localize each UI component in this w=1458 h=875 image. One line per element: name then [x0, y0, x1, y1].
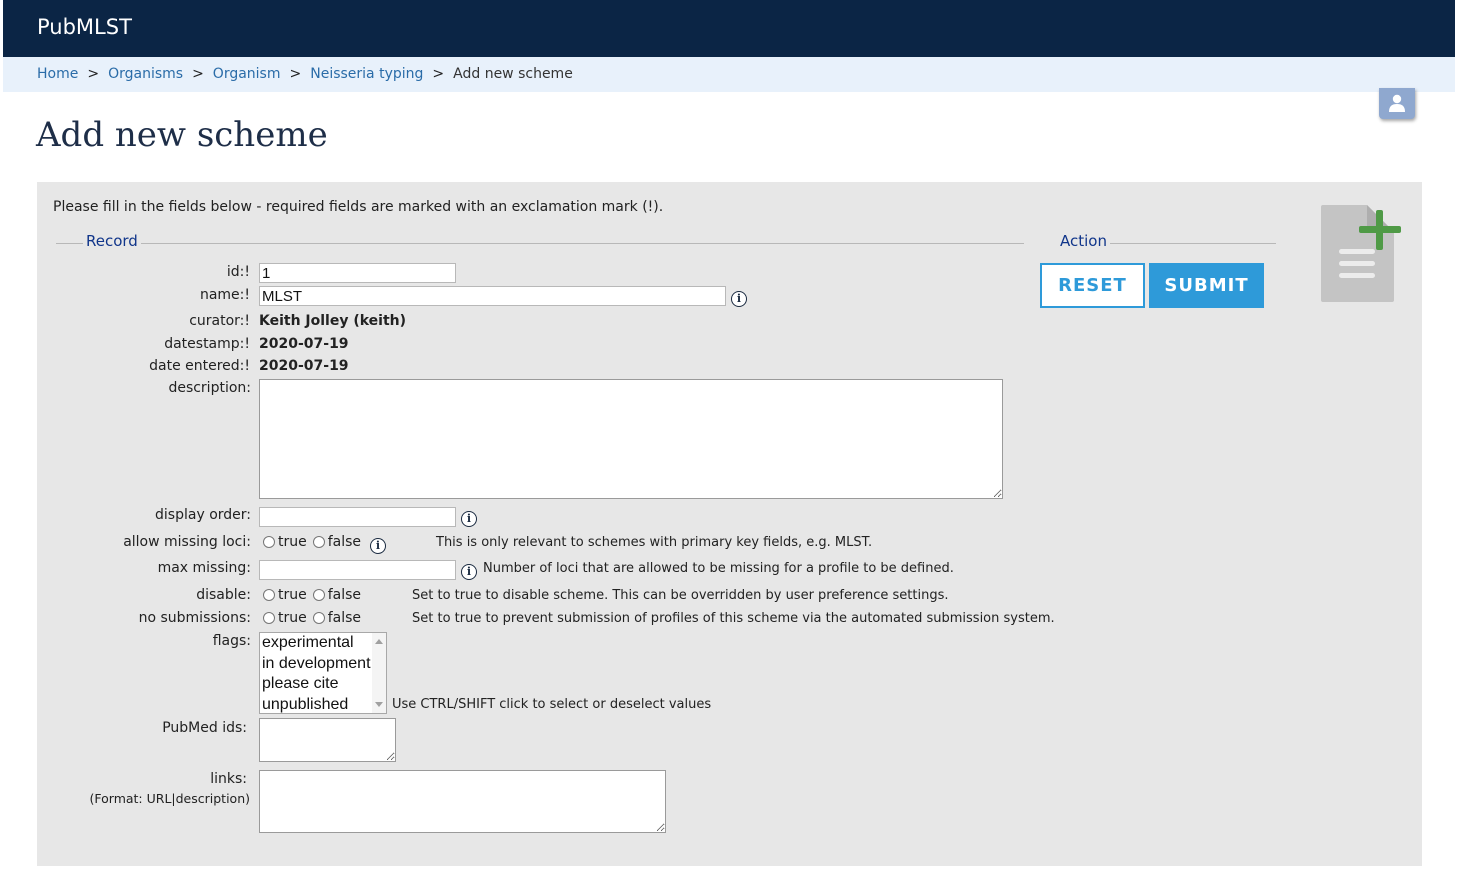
curator-label: curator:!	[189, 313, 250, 329]
breadcrumb-organisms-link[interactable]: Organisms	[108, 66, 183, 82]
action-legend: Action	[1057, 232, 1110, 250]
site-brand[interactable]: PubMLST	[37, 15, 132, 39]
radio-label: false	[327, 587, 362, 603]
description-textarea[interactable]	[259, 379, 1003, 499]
flags-listbox[interactable]: experimental in development please cite …	[259, 632, 387, 714]
top-navigation-bar: PubMLST	[3, 0, 1455, 57]
display-order-label: display order:	[155, 507, 251, 523]
info-icon[interactable]: i	[370, 538, 386, 554]
user-menu-button[interactable]	[1379, 88, 1415, 119]
flag-option-experimental[interactable]: experimental	[260, 633, 386, 654]
breadcrumb-separator: >	[192, 66, 204, 82]
allow-missing-loci-true-option[interactable]: true	[263, 534, 307, 550]
breadcrumb-separator: >	[289, 66, 302, 82]
form-intro-text: Please fill in the fields below - requir…	[53, 199, 664, 215]
allow-missing-loci-false-radio[interactable]	[312, 536, 325, 548]
flag-option-unpublished[interactable]: unpublished	[260, 695, 386, 714]
allow-missing-loci-true-radio[interactable]	[263, 536, 275, 548]
no-submissions-label: no submissions:	[138, 610, 251, 626]
disable-false-option[interactable]: false	[312, 587, 362, 603]
pubmed-ids-label: PubMed ids:	[162, 720, 247, 736]
flags-label: flags:	[212, 633, 251, 649]
page-title: Add new scheme	[36, 115, 328, 155]
no-submissions-false-radio[interactable]	[312, 612, 325, 624]
flags-scrollbar[interactable]	[372, 633, 386, 713]
breadcrumb: Home > Organisms > Organism > Neisseria typing…	[37, 66, 573, 82]
add-scheme-form-panel: Please fill in the fields below - requir…	[37, 182, 1422, 866]
record-legend: Record	[83, 232, 141, 250]
disable-true-radio[interactable]	[263, 589, 275, 601]
radio-label: true	[278, 610, 307, 626]
datestamp-label: datestamp:!	[164, 336, 250, 352]
breadcrumb-separator: >	[432, 66, 445, 82]
scroll-down-arrow-icon[interactable]	[375, 702, 383, 707]
allow-missing-loci-false-option[interactable]: false	[312, 534, 362, 550]
disable-radio-group: true false	[263, 587, 367, 605]
record-fieldset-border	[56, 243, 1024, 244]
display-order-input[interactable]	[259, 507, 456, 527]
no-submissions-radio-group: true false	[263, 610, 367, 628]
add-document-icon	[1321, 205, 1401, 302]
info-icon[interactable]: i	[461, 511, 477, 527]
curator-value: Keith Jolley (keith)	[259, 313, 407, 329]
disable-note: Set to true to disable scheme. This can …	[412, 588, 949, 603]
flags-note: Use CTRL/SHIFT click to select or desele…	[392, 697, 712, 712]
submit-button[interactable]: SUBMIT	[1149, 263, 1264, 308]
radio-label: false	[327, 534, 362, 550]
description-label: description:	[168, 380, 251, 396]
id-label: id:!	[226, 264, 250, 280]
allow-missing-loci-radio-group: true false	[263, 534, 367, 552]
pubmed-ids-textarea[interactable]	[259, 718, 396, 762]
radio-label: true	[278, 587, 307, 603]
flag-option-in-development[interactable]: in development	[260, 654, 386, 675]
max-missing-input[interactable]	[259, 560, 456, 580]
info-icon[interactable]: i	[461, 564, 477, 580]
radio-label: true	[278, 534, 307, 550]
breadcrumb-current: Add new scheme	[453, 66, 573, 82]
allow-missing-loci-note: This is only relevant to schemes with pr…	[436, 535, 873, 550]
disable-true-option[interactable]: true	[263, 587, 307, 603]
no-submissions-true-option[interactable]: true	[263, 610, 307, 626]
reset-button[interactable]: RESET	[1040, 263, 1145, 308]
datestamp-value: 2020-07-19	[259, 336, 349, 352]
breadcrumb-neisseria-typing-link[interactable]: Neisseria typing	[310, 66, 423, 82]
date-entered-value: 2020-07-19	[259, 358, 349, 374]
name-label: name:!	[199, 287, 250, 303]
breadcrumb-home-link[interactable]: Home	[37, 66, 78, 82]
user-icon	[1389, 94, 1405, 112]
info-icon[interactable]: i	[731, 291, 747, 307]
no-submissions-true-radio[interactable]	[263, 612, 275, 624]
id-input[interactable]	[259, 263, 456, 283]
disable-false-radio[interactable]	[312, 589, 325, 601]
name-input[interactable]	[259, 286, 726, 306]
breadcrumb-bar: Home > Organisms > Organism > Neisseria typing…	[3, 57, 1455, 92]
no-submissions-note: Set to true to prevent submission of pro…	[412, 611, 1055, 626]
scroll-up-arrow-icon[interactable]	[375, 639, 383, 644]
links-format-hint: (Format: URL|description)	[89, 791, 251, 806]
breadcrumb-organism-link[interactable]: Organism	[213, 66, 281, 82]
no-submissions-false-option[interactable]: false	[312, 610, 362, 626]
links-label: links:	[210, 771, 247, 787]
links-textarea[interactable]	[259, 770, 666, 833]
radio-label: false	[327, 610, 362, 626]
breadcrumb-separator: >	[87, 66, 100, 82]
date-entered-label: date entered:!	[149, 358, 250, 374]
max-missing-note: Number of loci that are allowed to be mi…	[483, 561, 954, 576]
flag-option-please-cite[interactable]: please cite	[260, 674, 386, 695]
disable-label: disable:	[196, 587, 251, 603]
max-missing-label: max missing:	[157, 560, 251, 576]
allow-missing-loci-label: allow missing loci:	[123, 534, 251, 550]
